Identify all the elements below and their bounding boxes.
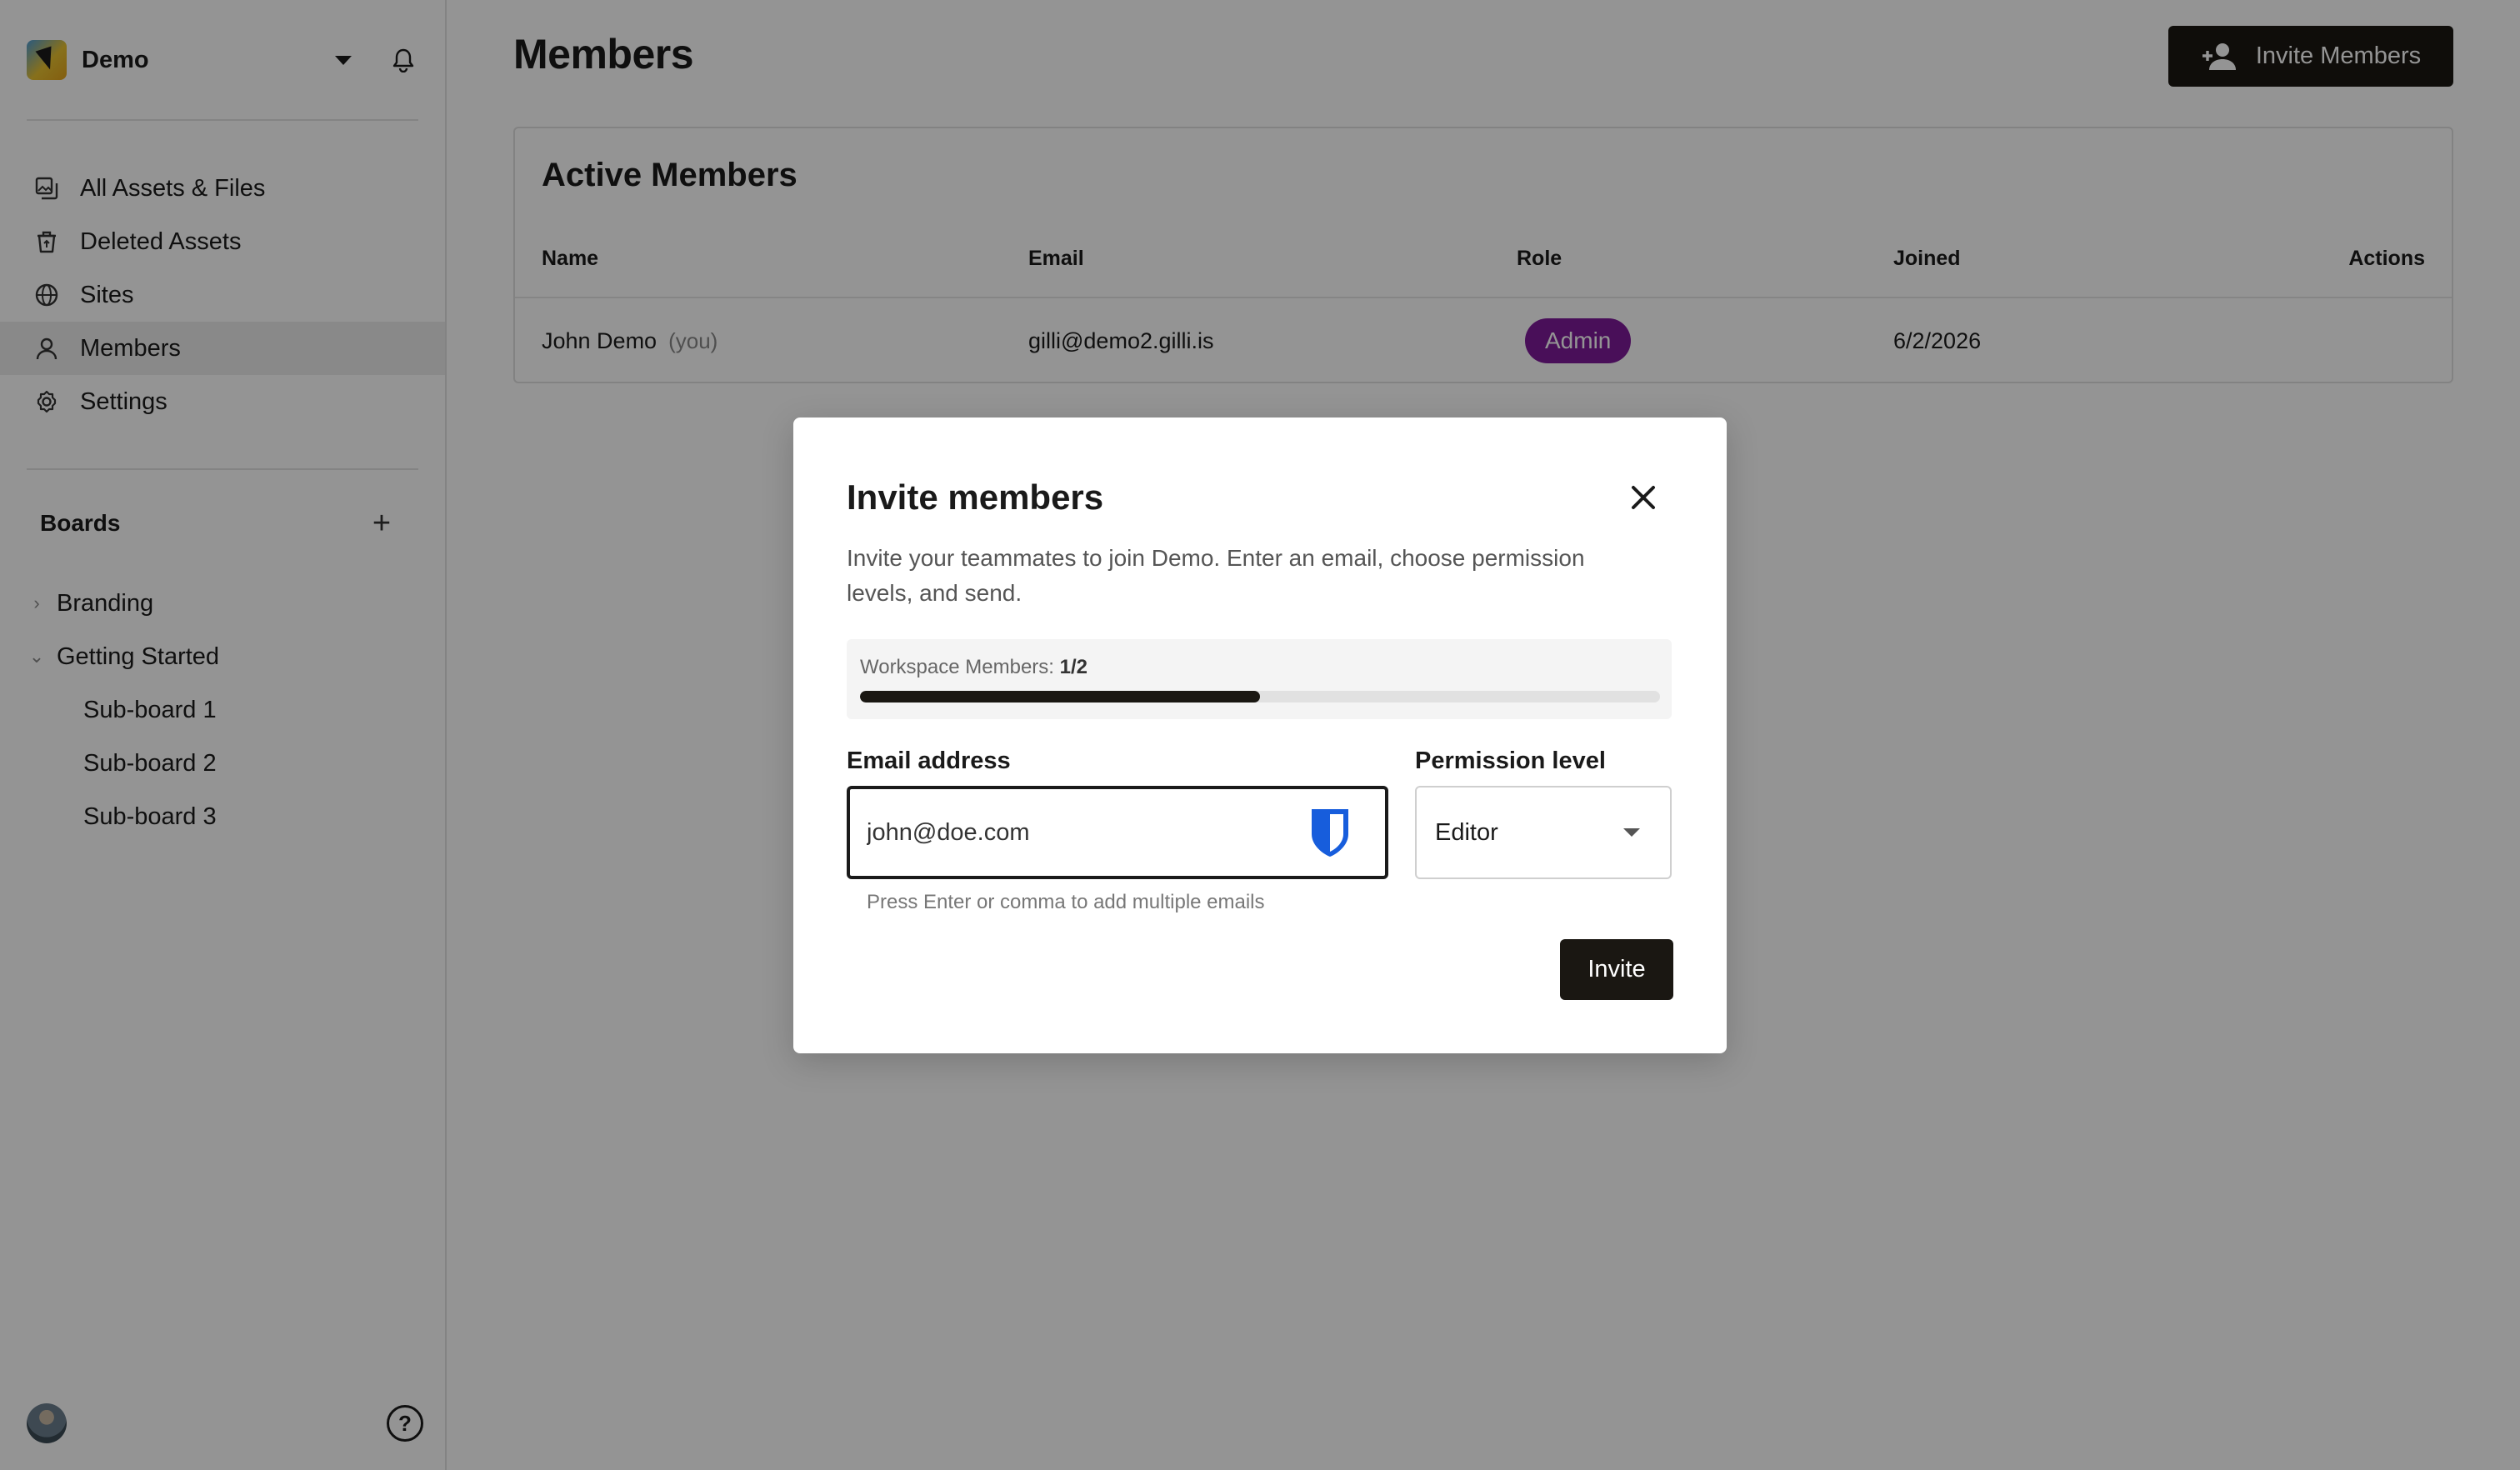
quota-progress-fill [860,691,1260,702]
dialog-description: Invite your teammates to join Demo. Ente… [847,545,1585,606]
workspace-quota: Workspace Members: 1/2 [847,639,1672,719]
dialog-title: Invite members [847,478,1104,517]
quota-value: 1/2 [1059,656,1088,678]
email-label: Email address [847,748,1011,774]
email-helper-text: Press Enter or comma to add multiple ema… [867,891,1265,913]
quota-progress-bar [860,691,1660,702]
quota-label-text: Workspace Members: [860,656,1054,678]
permission-select[interactable]: Editor [1415,786,1672,879]
invite-button[interactable]: Invite [1560,939,1673,1000]
invite-members-dialog: Invite members Invite your teammates to … [793,418,1727,1053]
quota-label: Workspace Members: 1/2 [860,656,1088,679]
permission-label: Permission level [1415,748,1606,774]
email-input[interactable] [867,818,1308,847]
close-icon[interactable] [1625,479,1662,516]
caret-down-icon [1623,828,1640,837]
permission-value: Editor [1435,818,1498,846]
password-manager-shield-icon[interactable] [1308,807,1352,858]
email-field[interactable] [847,786,1388,879]
